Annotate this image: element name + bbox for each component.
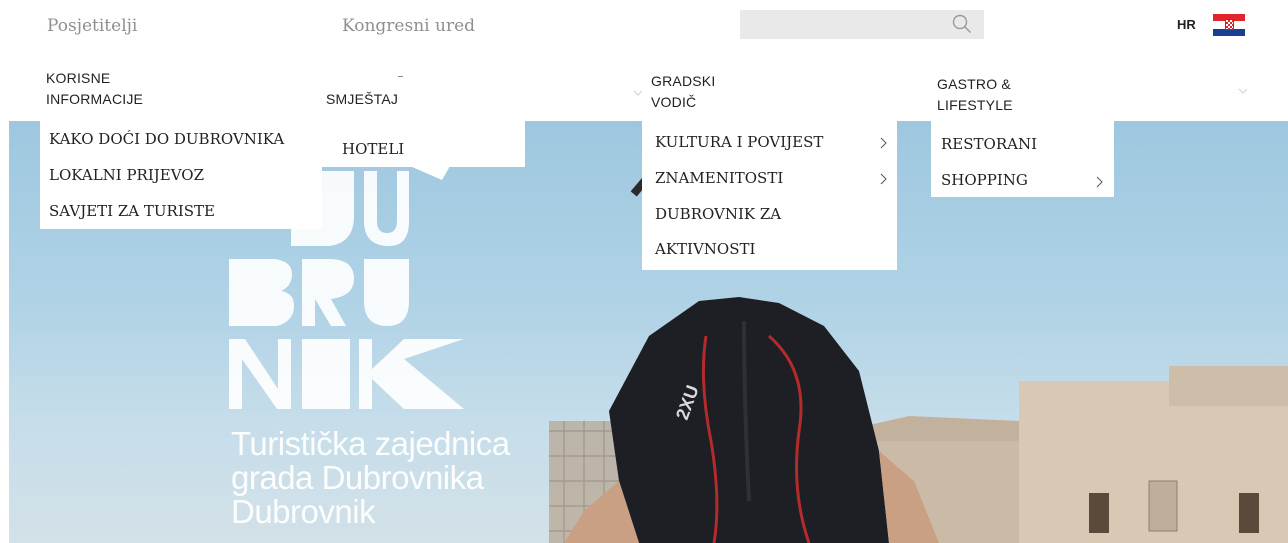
- croatia-flag-icon[interactable]: [1213, 14, 1245, 36]
- search-input[interactable]: [740, 10, 940, 39]
- hero-tagline-line3: Dubrovnik: [231, 493, 376, 530]
- nav-label-line1: SMJEŠTAJ: [326, 91, 399, 107]
- nav-item-gradski-vodic[interactable]: GRADSKI VODIČ: [651, 71, 715, 113]
- search-box[interactable]: [740, 10, 984, 39]
- menu-item-shopping[interactable]: SHOPPING: [941, 171, 1028, 189]
- nav-label-line1: GASTRO &: [937, 76, 1011, 92]
- nav-label-line2: INFORMACIJE: [46, 91, 144, 107]
- menu-item-restorani[interactable]: RESTORANI: [941, 135, 1037, 153]
- language-code[interactable]: HR: [1177, 17, 1196, 32]
- nav-label-line2: VODIČ: [651, 94, 697, 110]
- link-posjetitelji[interactable]: Posjetitelji: [47, 16, 137, 36]
- chevron-down-icon[interactable]: [1238, 86, 1248, 96]
- dropdown-gastro-lifestyle: RESTORANI SHOPPING: [931, 121, 1114, 197]
- dropdown-gradski-vodic: KULTURA I POVIJEST ZNAMENITOSTI DUBROVNI…: [642, 121, 897, 270]
- nav-label-line1: KORISNE: [46, 70, 111, 86]
- dropdown-pointer: [410, 166, 450, 180]
- search-icon[interactable]: [952, 14, 972, 34]
- hero-tagline-line1: Turistička zajednica: [231, 425, 510, 462]
- menu-item-savjeti-za-turiste[interactable]: SAVJETI ZA TURISTE: [49, 202, 215, 220]
- menu-item-hoteli[interactable]: HOTELI: [342, 140, 404, 158]
- nav-item-smjestaj[interactable]: SMJEŠTAJ: [326, 89, 398, 110]
- hero-tagline-line2: grada Dubrovnika: [231, 459, 484, 496]
- menu-item-znamenitosti[interactable]: ZNAMENITOSTI: [655, 169, 783, 187]
- nav-label-line1: GRADSKI: [651, 73, 716, 89]
- nav-separator: [398, 76, 403, 77]
- chevron-right-icon[interactable]: [878, 137, 888, 149]
- menu-item-aktivnosti[interactable]: AKTIVNOSTI: [655, 240, 755, 258]
- menu-item-dubrovnik-za[interactable]: DUBROVNIK ZA: [655, 205, 781, 223]
- chevron-right-icon[interactable]: [1094, 176, 1104, 188]
- nav-item-gastro-lifestyle[interactable]: GASTRO & LIFESTYLE: [937, 74, 1013, 116]
- menu-item-kultura-i-povijest[interactable]: KULTURA I POVIJEST: [655, 133, 823, 151]
- top-bar: Posjetitelji Kongresni ured HR: [0, 0, 1288, 56]
- dropdown-korisne-informacije: KAKO DOĆI DO DUBROVNIKA LOKALNI PRIJEVOZ…: [40, 121, 322, 229]
- dropdown-smjestaj: HOTELI: [322, 121, 525, 167]
- chevron-down-icon[interactable]: [633, 88, 643, 98]
- nav-item-korisne-informacije[interactable]: KORISNE INFORMACIJE: [46, 68, 143, 110]
- chevron-right-icon[interactable]: [878, 173, 888, 185]
- menu-item-lokalni-prijevoz[interactable]: LOKALNI PRIJEVOZ: [49, 166, 204, 184]
- link-kongresni-ured[interactable]: Kongresni ured: [342, 16, 475, 36]
- main-nav: KORISNE INFORMACIJE SMJEŠTAJ GRADSKI VOD…: [0, 56, 1288, 121]
- menu-item-kako-doci[interactable]: KAKO DOĆI DO DUBROVNIKA: [49, 130, 284, 148]
- nav-label-line2: LIFESTYLE: [937, 97, 1013, 113]
